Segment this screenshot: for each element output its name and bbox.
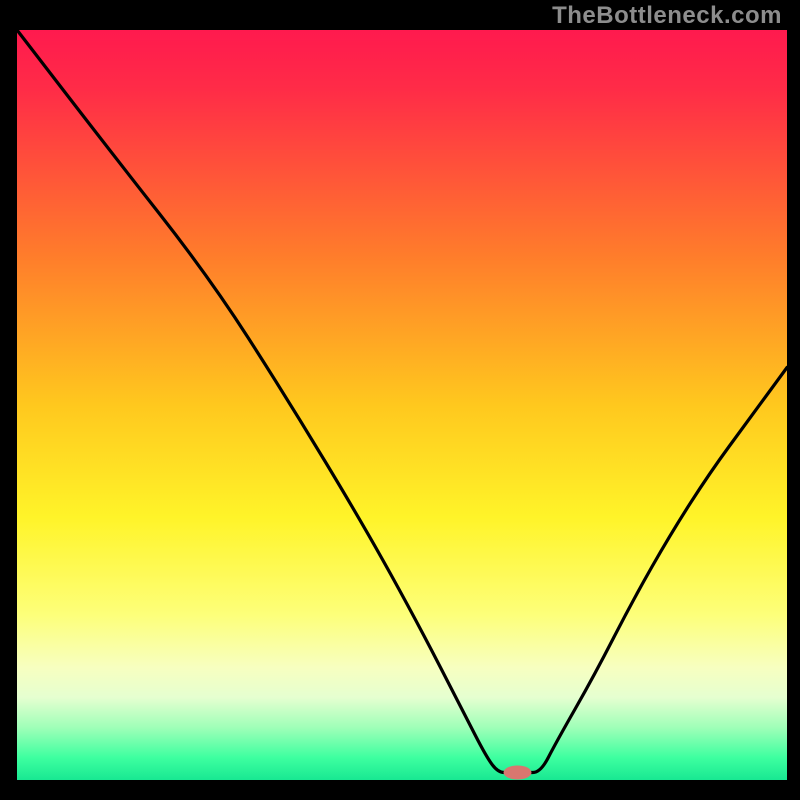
chart-svg xyxy=(0,0,800,800)
bottleneck-chart: TheBottleneck.com xyxy=(0,0,800,800)
chart-background xyxy=(17,30,787,780)
optimum-marker xyxy=(504,766,532,780)
watermark-text: TheBottleneck.com xyxy=(552,2,782,30)
